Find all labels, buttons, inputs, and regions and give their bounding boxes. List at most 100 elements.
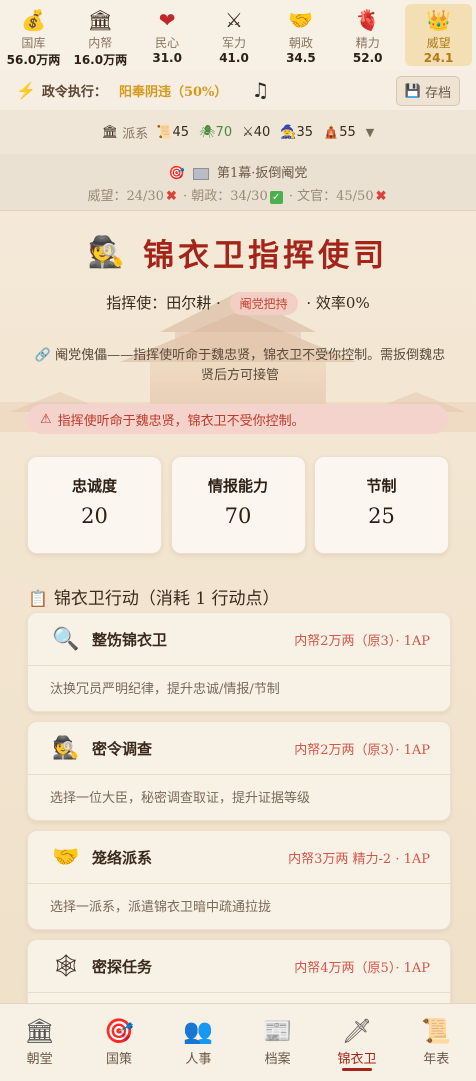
warning-text: 指挥使听命于魏忠贤，锦衣卫不受你控制。	[57, 413, 305, 429]
handshake-icon: 🤝	[288, 8, 314, 32]
action-cost: 内帑2万两（原3）· 1AP	[294, 742, 430, 758]
stat-label: 精力	[355, 36, 380, 50]
stat-cards: 忠诚度 20 情报能力 70 节制 25	[27, 456, 449, 554]
faction-value: 45	[172, 124, 190, 140]
stat-value: 41.0	[219, 51, 249, 65]
faction-item: ⚔40	[242, 125, 270, 140]
crown-icon: 👑	[426, 8, 452, 32]
handshake-icon: 🤝	[52, 844, 80, 870]
stat-privy-purse[interactable]: 🏛 内帑 16.0万两	[67, 0, 134, 70]
stat-prestige[interactable]: 👑 威望 24.1	[405, 4, 473, 66]
active-tab-indicator	[341, 1068, 372, 1071]
action-win-over-faction[interactable]: 🤝 笼络派系 内帑3万两 精力-2 · 1AP 选择一派系，派遣锦衣卫暗中疏通拉…	[27, 830, 451, 930]
nav-label: 人事	[185, 1052, 212, 1067]
monk-icon: 🧙	[280, 124, 297, 140]
bottom-nav: 🏛 朝堂 🎯 国策 👥 人事 📰 档案 🗡 锦衣卫 📜 年表	[0, 1003, 476, 1081]
bureau-title: 🕵 锦衣卫指挥使司	[0, 230, 476, 275]
spider-icon: 🕷	[199, 124, 216, 140]
action-reorganize[interactable]: 🔍 整饬锦衣卫 内帑2万两（原3）· 1AP 汰换冗员严明纪律，提升忠诚/情报/…	[27, 612, 451, 712]
cross-mark-icon: ✖	[375, 189, 387, 204]
nav-item-chronicle[interactable]: 📜 年表	[397, 1004, 476, 1081]
stat-energy[interactable]: 🫀 精力 52.0	[334, 0, 401, 70]
magnifier-icon: 🔍	[52, 626, 80, 652]
faction-item: 🧙35	[280, 125, 313, 140]
stat-popular-support[interactable]: ❤ 民心 31.0	[134, 0, 201, 70]
stat-value: 24.1	[423, 51, 454, 65]
puppet-description: 🔗 阉党傀儡——指挥使听命于魏忠贤，锦衣卫不受你控制。需扳倒魏忠贤后方可接管	[34, 348, 446, 383]
requirement-civil-officials: · 文官：45/50	[288, 189, 374, 204]
faction-value: 35	[296, 124, 314, 140]
faction-item: 🛕55	[323, 125, 356, 140]
action-title: 笼络派系	[92, 848, 153, 867]
action-description: 选择一派系，派遣锦衣卫暗中疏通拉拢	[50, 900, 272, 915]
action-header: 🕸 密探任务 内帑4万两（原5）· 1AP	[28, 940, 450, 993]
action-title: 整饬锦衣卫	[92, 630, 168, 649]
scroll-icon: 📜	[156, 124, 173, 140]
expand-triangle-icon[interactable]: ▼	[366, 126, 374, 139]
intelligence-card: 情报能力 70	[170, 456, 306, 554]
action-secret-investigation[interactable]: 🕵 密令调查 内帑2万两（原3）· 1AP 选择一位大臣，秘密调查取证，提升证据…	[27, 721, 451, 821]
faction-value: 70	[215, 124, 233, 140]
commander-row: 指挥使：田尔耕 · 阉党把持 · 效率0%	[0, 292, 476, 315]
detective-icon: 🕵	[87, 235, 126, 270]
crossed-swords-icon: ⚔	[225, 8, 243, 32]
requirement-prestige: 威望：24/30	[87, 189, 164, 204]
dagger-icon: 🗡	[341, 1017, 373, 1045]
scroll-icon: 📜	[421, 1017, 452, 1045]
stat-governance[interactable]: 🤝 朝政 34.5	[267, 0, 334, 70]
nav-label: 锦衣卫	[337, 1052, 377, 1067]
action-title: 密令调查	[92, 739, 153, 758]
card-value: 25	[368, 504, 395, 528]
spider-web-icon: 🕸	[52, 953, 80, 979]
nav-item-embroidered-guard[interactable]: 🗡 锦衣卫	[317, 1004, 396, 1081]
card-label: 情报能力	[207, 477, 268, 495]
resource-bar: 💰 国库 56.0万两 🏛 内帑 16.0万两 ❤ 民心 31.0 ⚔ 军力 4…	[0, 0, 476, 71]
nav-label: 年表	[423, 1052, 450, 1067]
people-icon: 👥	[183, 1017, 214, 1045]
act-title: 第1幕·扳倒阉党	[217, 166, 308, 181]
target-icon: 🎯	[168, 166, 185, 181]
treasury-building-icon: 🏛	[87, 8, 113, 32]
swords-icon: ⚔	[242, 124, 254, 140]
stat-value: 52.0	[352, 51, 383, 65]
action-cost: 内帑3万两 精力-2 · 1AP	[288, 851, 430, 867]
warning-icon: ⚠	[40, 411, 52, 427]
policy-status: 阳奉阴违（50%）	[118, 84, 228, 100]
stat-military[interactable]: ⚔ 军力 41.0	[201, 0, 268, 70]
stat-treasury[interactable]: 💰 国库 56.0万两	[0, 0, 67, 70]
action-cost: 内帑4万两（原5）· 1AP	[294, 960, 430, 976]
clipboard-icon: 📋	[28, 589, 48, 608]
target-icon: 🎯	[104, 1017, 134, 1045]
action-description: 选择一位大臣，秘密调查取证，提升证据等级	[50, 791, 311, 806]
stat-label: 民心	[155, 36, 180, 50]
control-card: 节制 25	[314, 456, 449, 554]
act-objective-bar: 🎯 第1幕·扳倒阉党 威望：24/30 ✖ · 朝政：34/30 ✓ · 文官：45…	[0, 154, 476, 211]
card-value: 70	[224, 504, 252, 528]
floppy-disk-icon: 💾	[404, 83, 422, 99]
faction-label: 派系	[122, 126, 149, 142]
nav-label: 朝堂	[26, 1052, 53, 1067]
heart-icon: ❤	[158, 8, 176, 32]
save-button[interactable]: 💾 存档	[396, 76, 460, 106]
nav-item-policy[interactable]: 🎯 国策	[79, 1004, 158, 1081]
flag-icon	[192, 167, 209, 180]
music-note-icon[interactable]: ♫	[251, 78, 269, 102]
card-label: 节制	[366, 477, 397, 495]
stat-label: 内帑	[88, 36, 113, 50]
cross-mark-icon: ✖	[165, 189, 177, 204]
policy-bar: ⚡ 政令执行： 阳奉阴违（50%） ♫ 💾 存档	[0, 70, 476, 111]
faction-item: 🕷70	[199, 125, 232, 140]
action-header: 🕵 密令调查 内帑2万两（原3）· 1AP	[28, 722, 450, 775]
faction-bar[interactable]: 🏛 派系 📜45 🕷70 ⚔40 🧙35 🛕55 ▼	[0, 110, 476, 155]
action-header: 🤝 笼络派系 内帑3万两 精力-2 · 1AP	[28, 831, 450, 884]
stat-label: 朝政	[288, 36, 313, 50]
nav-item-archive[interactable]: 📰 档案	[238, 1004, 317, 1081]
nav-item-personnel[interactable]: 👥 人事	[159, 1004, 238, 1081]
actions-section-title: 📋 锦衣卫行动（消耗 1 行动点）	[28, 584, 280, 609]
faction-building-icon: 🏛	[101, 124, 119, 140]
stat-label: 国库	[21, 36, 46, 50]
nav-item-court[interactable]: 🏛 朝堂	[0, 1004, 79, 1081]
court-building-icon: 🏛	[24, 1017, 55, 1045]
anatomical-heart-icon: 🫀	[355, 8, 381, 32]
action-cost: 内帑2万两（原3）· 1AP	[294, 633, 430, 649]
